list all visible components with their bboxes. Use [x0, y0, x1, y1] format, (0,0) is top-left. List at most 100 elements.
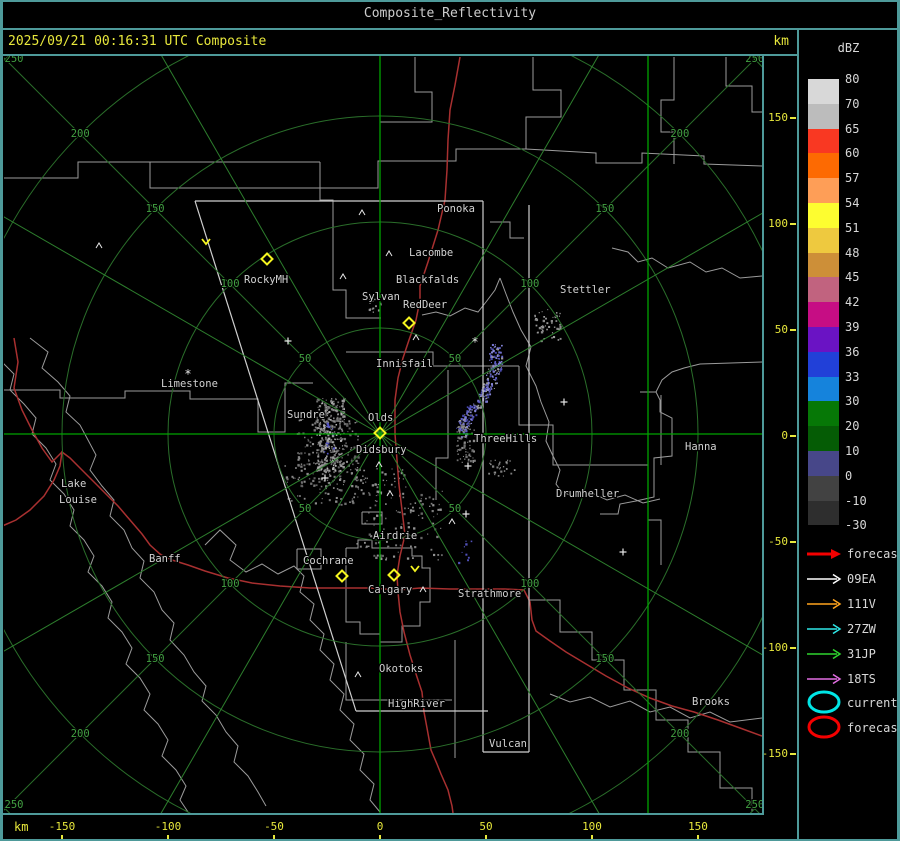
echo-pixel: [401, 469, 404, 471]
echo-pixel: [306, 444, 309, 447]
echo-pixel: [339, 422, 341, 425]
echo-pixel: [384, 517, 387, 520]
echo-pixel: [483, 387, 486, 390]
echo-pixel: [343, 438, 345, 440]
echo-pixel: [317, 454, 320, 456]
echo-pixel: [294, 467, 297, 469]
legend-arrow-111V: [805, 596, 843, 612]
echo-pixel: [461, 461, 463, 463]
echo-pixel: [359, 545, 362, 548]
county-boundary-line: [149, 148, 526, 189]
echo-pixel: [290, 499, 293, 502]
echo-pixel: [441, 490, 443, 492]
echo-pixel: [368, 494, 371, 496]
echo-pixel: [374, 500, 377, 502]
echo-pixel: [559, 325, 562, 329]
echo-pixel: [457, 440, 459, 442]
echo-pixel: [503, 470, 506, 472]
arrow-head-icon: [831, 549, 841, 559]
echo-pixel: [324, 429, 326, 431]
echo-pixel: [337, 438, 339, 440]
echo-pixel: [377, 483, 380, 486]
echo-pixel: [535, 318, 539, 322]
echo-pixel: [494, 360, 497, 363]
colorbar-swatch: [808, 401, 839, 427]
echo-pixel: [346, 471, 348, 474]
echo-pixel: [481, 390, 483, 392]
storm-ellipse-icon: [807, 690, 841, 714]
echo-pixel: [347, 431, 349, 433]
echo-pixel: [330, 399, 333, 402]
echo-pixel: [376, 554, 379, 557]
city-label: Brooks: [692, 696, 730, 708]
echo-pixel: [559, 337, 562, 340]
echo-pixel: [327, 406, 329, 408]
echo-pixel: [339, 406, 341, 408]
echo-pixel: [459, 458, 462, 460]
colorbar-legend-panel: dBZ 80 70 65 60 57 54 51 48 45 42 39 36 33 30 20 10 0 -10…: [799, 29, 900, 839]
echo-pixel: [342, 480, 345, 483]
echo-pixel: [335, 423, 338, 426]
echo-pixel: [559, 323, 561, 326]
storm-track-arrow-icon: [807, 573, 842, 585]
county-boundary-line: [611, 247, 762, 279]
echo-pixel: [465, 540, 467, 542]
echo-pixel: [348, 420, 351, 423]
echo-pixel: [373, 517, 376, 520]
echo-pixel: [364, 477, 367, 479]
right-axis-label: 100: [768, 217, 788, 230]
echo-pixel: [375, 556, 378, 560]
echo-pixel: [309, 441, 312, 444]
echo-pixel: [376, 468, 378, 470]
city-label: Blackfalds: [396, 274, 459, 286]
echo-pixel: [334, 438, 337, 441]
echo-pixel: [377, 494, 379, 496]
echo-pixel: [339, 417, 342, 420]
echo-pixel: [351, 498, 354, 500]
echo-pixel: [340, 413, 343, 416]
ring-distance-label: 50: [449, 353, 462, 365]
echo-pixel: [507, 459, 509, 461]
info-bar: 2025/09/21 00:16:31 UTC Composite km: [0, 30, 797, 54]
echo-pixel: [436, 513, 438, 515]
echo-pixel: [496, 379, 498, 381]
echo-pixel: [490, 383, 494, 386]
echo-pixel: [461, 446, 464, 450]
echo-pixel: [457, 449, 459, 451]
right-axis-label: 50: [774, 323, 788, 336]
echo-pixel: [319, 427, 321, 430]
legend-arrow-27ZW-label: 27ZW: [847, 622, 876, 636]
echo-pixel: [418, 507, 421, 509]
echo-pixel: [546, 328, 548, 331]
echo-pixel: [496, 371, 498, 373]
echo-pixel: [499, 368, 501, 370]
echo-pixel: [376, 514, 379, 517]
echo-pixel: [306, 463, 308, 465]
echo-pixel: [357, 438, 359, 441]
legend-arrow-18TS-label: 18TS: [847, 672, 876, 686]
legend-arrow-27ZW: [805, 621, 843, 637]
echo-pixel: [365, 546, 367, 549]
city-label: Airdrie: [373, 530, 417, 542]
echo-pixel: [500, 470, 503, 473]
echo-pixel: [463, 418, 466, 421]
echo-pixel: [457, 436, 460, 439]
echo-pixel: [553, 326, 556, 328]
echo-pixel: [489, 359, 491, 361]
echo-pixel: [351, 484, 354, 488]
legend-ellipse-forecast: [805, 714, 843, 739]
echo-pixel: [495, 352, 497, 354]
echo-pixel: [372, 311, 375, 313]
radar-map-canvas[interactable]: 50 50 50 50 100 100 100 100 150 150 150 150 200 200 20…: [4, 56, 762, 813]
echo-pixel: [487, 380, 489, 382]
echo-pixel: [330, 428, 332, 430]
city-label: ThreeHills: [474, 433, 537, 445]
echo-pixel: [498, 371, 501, 373]
echo-pixel: [336, 407, 338, 409]
echo-pixel: [460, 429, 463, 432]
colorbar-value-label: 39: [845, 320, 860, 334]
echo-pixel: [497, 475, 500, 477]
echo-pixel: [351, 458, 353, 460]
echo-pixel: [492, 376, 494, 378]
caret-marker: [385, 250, 393, 257]
